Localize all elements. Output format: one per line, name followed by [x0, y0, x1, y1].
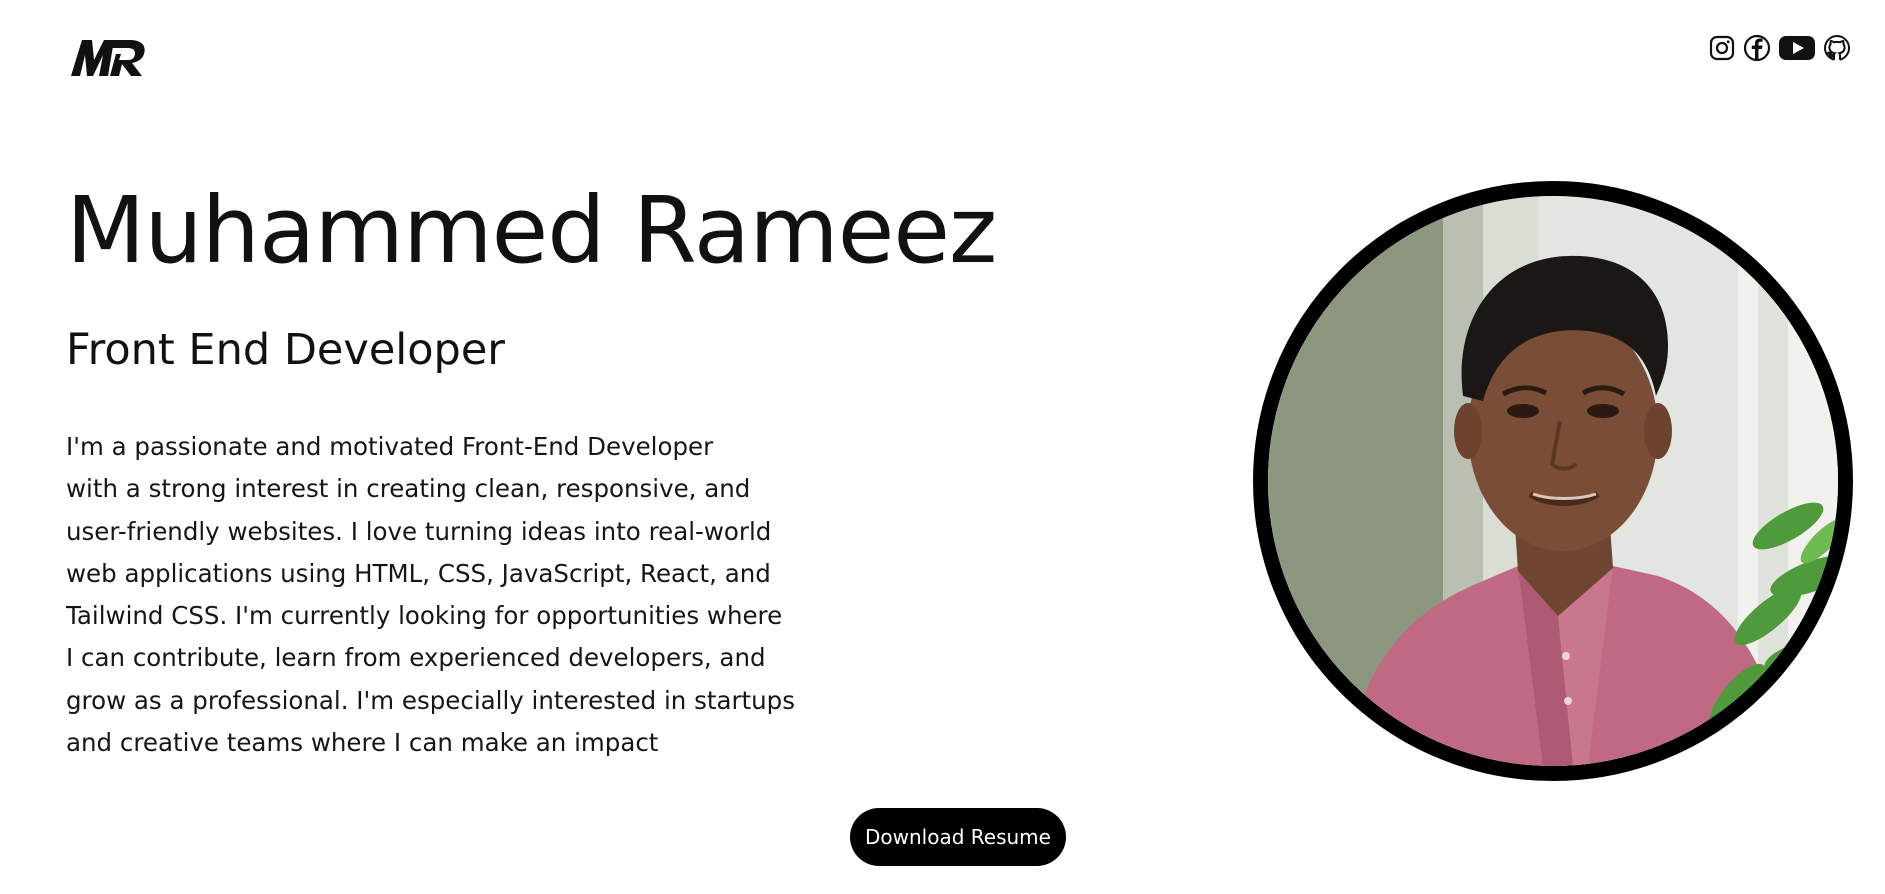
instagram-icon[interactable] — [1709, 35, 1735, 61]
social-links — [1709, 34, 1851, 62]
bio-line: I can contribute, learn from experienced… — [66, 643, 766, 673]
profile-photo-illustration — [1268, 196, 1838, 766]
logo[interactable] — [70, 38, 146, 78]
bio-line: Tailwind CSS. I'm currently looking for … — [66, 601, 783, 631]
bio-line: with a strong interest in creating clean… — [66, 474, 751, 504]
bio-line: I'm a passionate and motivated Front-End… — [66, 432, 714, 461]
hero-role: Front End Developer — [66, 325, 505, 375]
bio-line: web applications using HTML, CSS, JavaSc… — [66, 558, 771, 588]
profile-photo — [1253, 181, 1853, 781]
hero-bio: I'm a passionate and motivated Front-End… — [66, 426, 806, 764]
bio-line: and creative teams where I can make an i… — [66, 728, 659, 758]
github-icon[interactable] — [1823, 34, 1851, 62]
facebook-icon[interactable] — [1743, 34, 1771, 62]
youtube-icon[interactable] — [1779, 35, 1815, 61]
bio-line: user-friendly websites. I love turning i… — [66, 516, 772, 546]
download-resume-button[interactable]: Download Resume — [850, 808, 1066, 866]
bio-line: grow as a professional. I'm especially i… — [66, 685, 795, 715]
mr-logo-mark — [71, 40, 145, 76]
hero-name: Muhammed Rameez — [66, 177, 997, 284]
